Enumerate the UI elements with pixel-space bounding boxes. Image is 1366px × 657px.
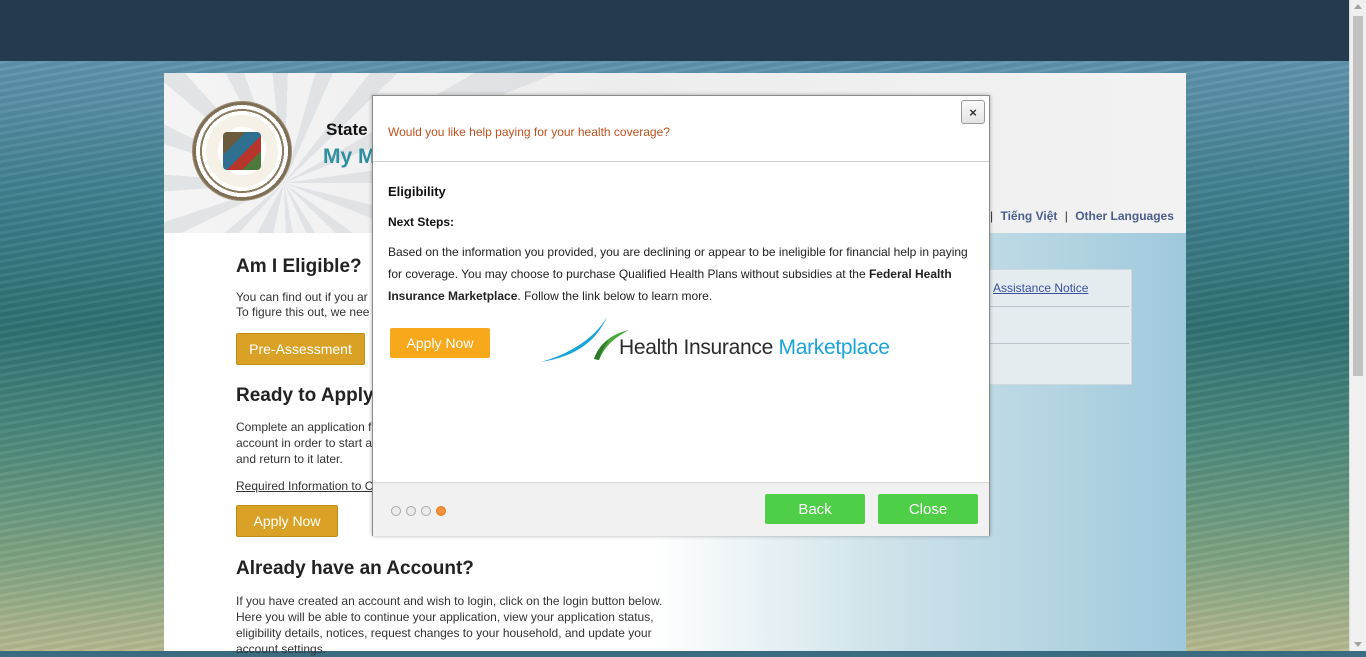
state-title: State <box>326 120 368 139</box>
step-dot <box>436 506 446 516</box>
close-icon[interactable]: × <box>961 100 985 124</box>
step-dot <box>391 506 401 516</box>
right-box-row <box>981 307 1129 344</box>
step-dot <box>406 506 416 516</box>
modal-footer: Back Close <box>373 482 989 536</box>
marketplace-swoosh-icon <box>541 317 629 362</box>
eligibility-modal: × Would you like help paying for your he… <box>372 95 990 536</box>
ready-heading: Ready to Apply <box>236 385 374 406</box>
close-button[interactable]: Close <box>878 494 978 524</box>
required-info-link[interactable]: Required Information to C <box>236 479 376 493</box>
eligible-text: You can find out if you ar To figure thi… <box>236 290 370 319</box>
right-box-row <box>981 344 1129 380</box>
marketplace-logo-text: Health Insurance Marketplace <box>619 336 890 359</box>
assistance-notice-link[interactable]: Assistance Notice <box>993 281 1088 295</box>
right-links-box: Assistance Notice <box>980 269 1132 385</box>
state-seal-logo <box>192 101 292 201</box>
scroll-down-icon[interactable] <box>1354 642 1362 647</box>
language-bar: | Tiếng Việt | Other Languages <box>990 209 1174 223</box>
next-steps-label: Next Steps: <box>388 215 455 229</box>
eligible-heading: Am I Eligible? <box>236 256 362 277</box>
site-title: My M <box>323 145 376 168</box>
step-indicator <box>391 506 446 516</box>
ready-text: Complete an application f account in ord… <box>236 420 373 466</box>
modal-divider <box>373 161 989 162</box>
scrollbar-thumb[interactable] <box>1353 16 1363 376</box>
already-account-heading: Already have an Account? <box>236 558 474 579</box>
apply-now-button[interactable]: Apply Now <box>390 328 490 358</box>
modal-question: Would you like help paying for your heal… <box>388 125 670 139</box>
pre-assessment-button[interactable]: Pre-Assessment <box>236 333 365 365</box>
back-button[interactable]: Back <box>765 494 865 524</box>
language-vietnamese-link[interactable]: Tiếng Việt <box>1000 209 1057 223</box>
already-account-text: If you have created an account and wish … <box>236 594 663 656</box>
browser-top-bar <box>0 0 1350 61</box>
health-insurance-marketplace-logo[interactable]: Health Insurance Marketplace <box>539 314 919 374</box>
vertical-scrollbar[interactable] <box>1349 0 1366 651</box>
right-box-row: Assistance Notice <box>981 270 1129 307</box>
step-dot <box>421 506 431 516</box>
modal-heading: Eligibility <box>388 184 446 199</box>
scroll-up-icon[interactable] <box>1354 4 1362 9</box>
apply-now-button-background[interactable]: Apply Now <box>236 505 338 537</box>
modal-body-text: Based on the information you provided, y… <box>388 245 968 303</box>
other-languages-link[interactable]: Other Languages <box>1075 209 1174 223</box>
